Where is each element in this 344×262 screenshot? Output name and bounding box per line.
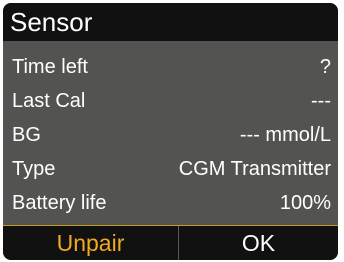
last-cal-label: Last Cal: [12, 90, 86, 112]
time-left-label: Time left: [12, 56, 88, 78]
time-left-value: ?: [319, 56, 331, 78]
bg-label: BG: [12, 124, 41, 146]
row-battery-life: Battery life 100%: [3, 189, 338, 217]
row-time-left: Time left ?: [3, 53, 338, 81]
battery-life-value: 100%: [279, 192, 331, 214]
row-bg: BG --- mmol/L: [3, 121, 338, 149]
row-last-cal: Last Cal ---: [3, 87, 338, 115]
device-screen: Sensor Time left ? Last Cal --- BG --- m…: [3, 3, 338, 260]
screen-title: Sensor: [3, 3, 338, 41]
sensor-info-list: Time left ? Last Cal --- BG --- mmol/L T…: [3, 53, 338, 223]
softkey-bar: Unpair OK: [3, 225, 338, 260]
last-cal-value: ---: [311, 90, 331, 112]
unpair-button[interactable]: Unpair: [3, 226, 178, 260]
row-type: Type CGM Transmitter: [3, 155, 338, 183]
type-label: Type: [12, 158, 56, 180]
battery-life-label: Battery life: [12, 192, 107, 214]
type-value: CGM Transmitter: [178, 158, 331, 180]
bg-value: --- mmol/L: [239, 124, 331, 146]
ok-button[interactable]: OK: [179, 226, 338, 260]
